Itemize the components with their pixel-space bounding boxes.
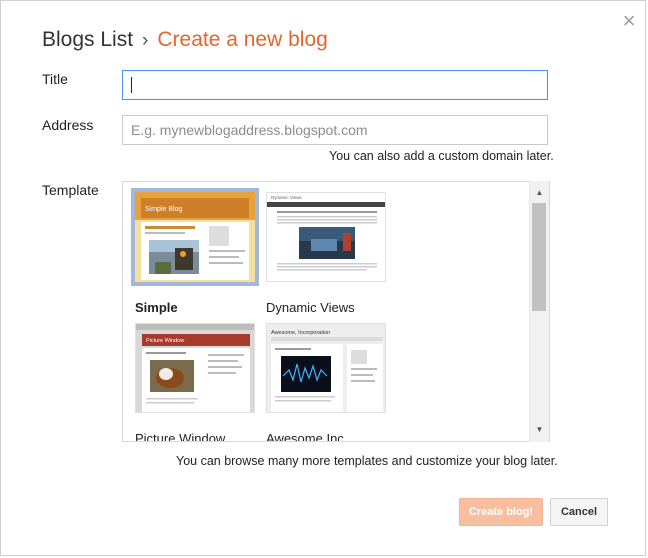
template-simple-thumbnail: Simple Blog bbox=[131, 188, 259, 286]
breadcrumb-blogs-list[interactable]: Blogs List bbox=[42, 28, 133, 51]
template-awesome-inc-thumbnail: Awesome, Incorporation bbox=[266, 323, 386, 413]
scroll-thumb[interactable] bbox=[532, 203, 546, 311]
close-icon[interactable]: × bbox=[620, 10, 638, 32]
text-caret bbox=[131, 77, 132, 93]
template-name: Dynamic Views bbox=[266, 300, 355, 315]
scroll-up-arrow-icon[interactable]: ▲ bbox=[530, 185, 549, 201]
awesome-inc-preview-image: Awesome, Incorporation bbox=[267, 324, 385, 412]
picture-window-preview-image: Picture Window bbox=[136, 324, 254, 412]
breadcrumb: Blogs List › Create a new blog bbox=[42, 28, 328, 52]
svg-text:Dynamic Views: Dynamic Views bbox=[271, 195, 302, 200]
cancel-button[interactable]: Cancel bbox=[550, 498, 608, 526]
template-label: Template bbox=[42, 182, 99, 198]
simple-preview-image: Simple Blog bbox=[135, 192, 255, 282]
scroll-down-arrow-icon[interactable]: ▼ bbox=[530, 422, 549, 438]
page-title: Create a new blog bbox=[157, 28, 328, 51]
template-name: Awesome Inc. bbox=[266, 431, 348, 442]
svg-text:Simple Blog: Simple Blog bbox=[145, 206, 182, 213]
create-blog-button[interactable]: Create blog! bbox=[459, 498, 543, 526]
template-dynamic-views-thumbnail: Dynamic Views bbox=[266, 192, 386, 282]
template-picture-window-thumbnail: Picture Window bbox=[135, 323, 255, 413]
svg-text:Picture Window: Picture Window bbox=[146, 338, 184, 344]
address-input[interactable] bbox=[122, 115, 548, 145]
template-scrollbar[interactable]: ▲ ▼ bbox=[529, 181, 549, 442]
template-name: Simple bbox=[135, 300, 178, 315]
template-hint: You can browse many more templates and c… bbox=[176, 454, 558, 468]
template-picker: Simple Blog Simple Dynamic Views Dynamic… bbox=[122, 181, 550, 442]
dynamic-views-preview-image: Dynamic Views bbox=[267, 193, 385, 281]
create-blog-dialog: × Blogs List › Create a new blog Title Add… bbox=[0, 0, 646, 556]
chevron-right-icon: › bbox=[142, 30, 149, 51]
address-hint: You can also add a custom domain later. bbox=[329, 149, 554, 163]
svg-text:Awesome, Incorporation: Awesome, Incorporation bbox=[271, 330, 330, 336]
address-label: Address bbox=[42, 117, 94, 133]
title-input[interactable] bbox=[122, 70, 548, 100]
template-name: Picture Window bbox=[135, 431, 226, 442]
title-label: Title bbox=[42, 71, 68, 87]
